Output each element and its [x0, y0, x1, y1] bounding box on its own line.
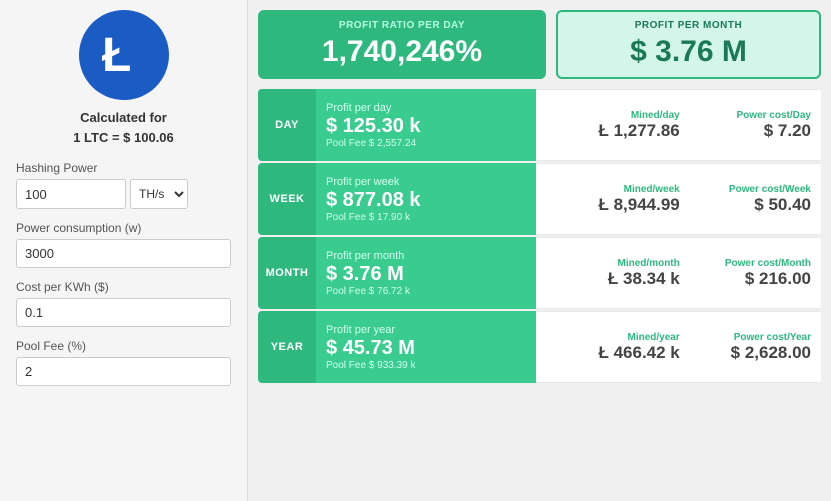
row-profit-pool: Pool Fee $ 933.39 k [326, 360, 526, 371]
cost-kwh-label: Cost per KWh ($) [16, 280, 231, 294]
row-profit-label: Profit per day [326, 102, 526, 114]
row-power-section: Power cost/Week $ 50.40 [690, 163, 821, 235]
hashing-power-group: Hashing Power TH/s GH/s MH/s [16, 161, 231, 209]
row-power-value: $ 216.00 [745, 269, 811, 289]
row-mined-section: Mined/year Ł 466.42 k [536, 311, 690, 383]
profit-ratio-value: 1,740,246% [276, 35, 528, 69]
profit-month-card: PROFIT PER MONTH $ 3.76 M [556, 10, 821, 79]
row-profit-value: $ 877.08 k [326, 188, 526, 212]
row-profit-section: Profit per day $ 125.30 k Pool Fee $ 2,5… [316, 89, 536, 161]
pool-fee-label: Pool Fee (%) [16, 339, 231, 353]
hashing-power-input[interactable] [16, 179, 126, 209]
row-mined-section: Mined/week Ł 8,944.99 [536, 163, 690, 235]
calc-row: Month Profit per month $ 3.76 M Pool Fee… [258, 237, 821, 309]
ltc-logo: Ł [79, 10, 169, 100]
row-power-label: Power cost/Month [725, 258, 811, 269]
pool-fee-input[interactable] [16, 357, 231, 386]
row-period-label: Day [258, 89, 316, 161]
row-mined-section: Mined/month Ł 38.34 k [536, 237, 690, 309]
svg-text:Ł: Ł [102, 29, 131, 82]
row-profit-value: $ 3.76 M [326, 262, 526, 286]
row-profit-value: $ 45.73 M [326, 336, 526, 360]
power-consumption-label: Power consumption (w) [16, 221, 231, 235]
calc-row: Year Profit per year $ 45.73 M Pool Fee … [258, 311, 821, 383]
row-mined-section: Mined/day Ł 1,277.86 [536, 89, 690, 161]
calc-row: Week Profit per week $ 877.08 k Pool Fee… [258, 163, 821, 235]
row-power-value: $ 2,628.00 [731, 343, 811, 363]
row-mined-label: Mined/year [628, 332, 680, 343]
right-panel: PROFIT RATIO PER DAY 1,740,246% PROFIT P… [248, 0, 831, 501]
row-mined-label: Mined/week [624, 184, 680, 195]
hashing-power-label: Hashing Power [16, 161, 231, 175]
row-profit-value: $ 125.30 k [326, 114, 526, 138]
calc-label: Calculated for [73, 108, 174, 128]
profit-ratio-label: PROFIT RATIO PER DAY [276, 20, 528, 31]
row-mined-label: Mined/month [618, 258, 680, 269]
power-consumption-input[interactable] [16, 239, 231, 268]
row-mined-value: Ł 8,944.99 [598, 195, 679, 215]
row-mined-value: Ł 1,277.86 [598, 121, 679, 141]
hashing-unit-select[interactable]: TH/s GH/s MH/s [130, 179, 188, 209]
calc-row: Day Profit per day $ 125.30 k Pool Fee $… [258, 89, 821, 161]
power-consumption-group: Power consumption (w) [16, 221, 231, 268]
profit-month-label: PROFIT PER MONTH [574, 20, 803, 31]
row-profit-label: Profit per week [326, 176, 526, 188]
row-mined-label: Mined/day [631, 110, 680, 121]
profit-month-value: $ 3.76 M [574, 35, 803, 69]
row-period-label: Year [258, 311, 316, 383]
row-profit-label: Profit per month [326, 250, 526, 262]
row-power-section: Power cost/Day $ 7.20 [690, 89, 821, 161]
row-profit-label: Profit per year [326, 324, 526, 336]
row-profit-section: Profit per year $ 45.73 M Pool Fee $ 933… [316, 311, 536, 383]
calc-rate: 1 LTC = $ 100.06 [73, 128, 174, 148]
row-mined-value: Ł 466.42 k [598, 343, 679, 363]
row-power-label: Power cost/Year [734, 332, 811, 343]
row-profit-section: Profit per week $ 877.08 k Pool Fee $ 17… [316, 163, 536, 235]
main-container: Ł Calculated for 1 LTC = $ 100.06 Hashin… [0, 0, 831, 501]
left-panel: Ł Calculated for 1 LTC = $ 100.06 Hashin… [0, 0, 248, 501]
cost-kwh-input[interactable] [16, 298, 231, 327]
row-profit-pool: Pool Fee $ 17.90 k [326, 212, 526, 223]
row-power-section: Power cost/Year $ 2,628.00 [690, 311, 821, 383]
row-power-label: Power cost/Week [729, 184, 811, 195]
row-mined-value: Ł 38.34 k [608, 269, 680, 289]
profit-ratio-card: PROFIT RATIO PER DAY 1,740,246% [258, 10, 546, 79]
row-profit-section: Profit per month $ 3.76 M Pool Fee $ 76.… [316, 237, 536, 309]
row-power-value: $ 50.40 [754, 195, 811, 215]
top-stats: PROFIT RATIO PER DAY 1,740,246% PROFIT P… [258, 10, 821, 79]
cost-kwh-group: Cost per KWh ($) [16, 280, 231, 327]
calc-table: Day Profit per day $ 125.30 k Pool Fee $… [258, 89, 821, 491]
pool-fee-group: Pool Fee (%) [16, 339, 231, 386]
calc-for-text: Calculated for 1 LTC = $ 100.06 [73, 108, 174, 147]
row-power-section: Power cost/Month $ 216.00 [690, 237, 821, 309]
row-power-value: $ 7.20 [764, 121, 811, 141]
row-profit-pool: Pool Fee $ 76.72 k [326, 286, 526, 297]
row-period-label: Week [258, 163, 316, 235]
row-period-label: Month [258, 237, 316, 309]
row-profit-pool: Pool Fee $ 2,557.24 [326, 138, 526, 149]
row-power-label: Power cost/Day [737, 110, 811, 121]
